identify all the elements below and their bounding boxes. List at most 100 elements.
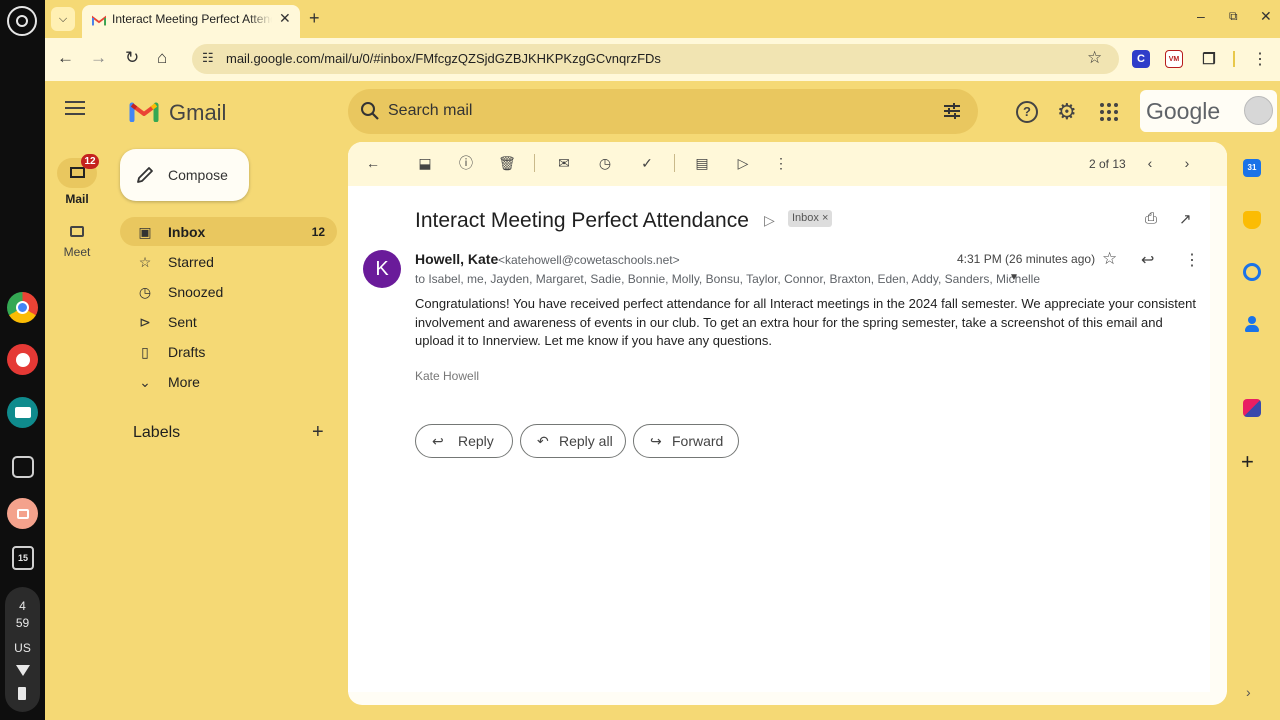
calendar-side-icon[interactable]: 31 xyxy=(1243,159,1261,177)
rail-mail[interactable]: 12 Mail xyxy=(57,154,99,206)
clock-icon: ◷ xyxy=(138,283,152,300)
reply-icon[interactable]: ↩ xyxy=(1141,250,1154,270)
add-label-icon[interactable]: + xyxy=(312,421,324,444)
nav-item-sent[interactable]: ⊳ Sent xyxy=(120,307,337,336)
nav-item-snoozed[interactable]: ◷ Snoozed xyxy=(120,277,337,306)
reply-all-button[interactable]: ↶ Reply all xyxy=(520,424,626,458)
remove-label-icon[interactable]: × xyxy=(822,212,828,224)
addon-side-icon[interactable] xyxy=(1243,399,1261,417)
search-icon[interactable] xyxy=(360,101,380,121)
label-chip-inbox[interactable]: Inbox × xyxy=(788,210,833,227)
back-to-inbox-icon[interactable]: ← xyxy=(364,154,382,172)
message-signature: Kate Howell xyxy=(415,369,480,383)
clock-hour: 4 xyxy=(19,599,26,613)
status-tray[interactable]: 4 59 US xyxy=(5,587,40,712)
chrome-app-icon[interactable] xyxy=(7,292,38,323)
launcher-icon xyxy=(16,15,28,27)
browser-toolbar: ← → ↻ ⌂ ☷ mail.google.com/mail/u/0/#inbo… xyxy=(45,38,1280,81)
bookmark-star-icon[interactable]: ☆ xyxy=(1087,48,1102,68)
sender-avatar[interactable]: K xyxy=(363,250,401,288)
back-arrow-icon[interactable]: ← xyxy=(57,48,74,68)
nav-item-drafts[interactable]: ▯ Drafts xyxy=(120,337,337,366)
message-subject: Interact Meeting Perfect Attendance xyxy=(415,209,749,232)
star-icon[interactable]: ☆ xyxy=(1102,249,1117,269)
nav-item-starred[interactable]: ☆ Starred xyxy=(120,247,337,276)
show-details-icon[interactable]: ▼ xyxy=(1009,272,1019,283)
google-logo-text: Google xyxy=(1146,98,1221,124)
reload-icon[interactable]: ↻ xyxy=(125,48,139,68)
add-task-icon[interactable]: ✓ xyxy=(638,154,656,172)
keep-side-icon[interactable] xyxy=(1243,211,1261,229)
reply-button[interactable]: ↩ Reply xyxy=(415,424,513,458)
window-restore-icon[interactable]: ⧉ xyxy=(1229,9,1238,24)
main-menu-icon[interactable] xyxy=(65,101,85,115)
window-close-icon[interactable]: ✕ xyxy=(1260,8,1272,25)
label-icon[interactable]: ▷ xyxy=(734,154,752,172)
rail-mail-label: Mail xyxy=(65,192,89,206)
chrome-menu-icon[interactable]: ⋮ xyxy=(1252,49,1268,69)
extensions-puzzle-icon[interactable]: ❒ xyxy=(1200,50,1218,68)
rail-meet[interactable]: Meet xyxy=(57,226,97,259)
nav-item-inbox[interactable]: ▣ Inbox 12 xyxy=(120,217,337,246)
sender-name[interactable]: Howell, Kate xyxy=(415,251,498,267)
expand-side-panel-icon[interactable]: › xyxy=(1246,684,1251,700)
archive-icon[interactable]: ⬓ xyxy=(416,154,434,172)
message-view: Interact Meeting Perfect Attendance ▷ In… xyxy=(348,186,1210,692)
message-panel: ← ⬓ ⓘ 🗑 ✉ ◷ ✓ ▤ ▷ ⋮ 2 of 13 ‹ › Interact… xyxy=(348,142,1227,705)
contacts-side-icon[interactable] xyxy=(1243,315,1261,333)
site-info-icon[interactable]: ☷ xyxy=(202,50,214,66)
snooze-icon[interactable]: ◷ xyxy=(596,154,614,172)
tab-close-icon[interactable]: ✕ xyxy=(279,10,291,27)
new-tab-button[interactable]: + xyxy=(309,8,320,29)
files-app-icon[interactable] xyxy=(12,456,34,478)
paint-app-icon[interactable] xyxy=(7,344,38,375)
move-to-icon[interactable]: ▤ xyxy=(693,154,711,172)
message-more-icon[interactable]: ⋮ xyxy=(1184,250,1200,270)
tasks-side-icon[interactable] xyxy=(1243,263,1261,281)
extension-vm-icon[interactable]: VM xyxy=(1165,50,1183,68)
forward-arrow-icon[interactable]: → xyxy=(90,48,107,68)
search-options-icon[interactable] xyxy=(942,101,962,121)
avatar[interactable] xyxy=(1244,96,1273,125)
pencil-icon xyxy=(137,167,153,183)
compose-button[interactable]: Compose xyxy=(120,149,249,201)
delete-icon[interactable]: 🗑 xyxy=(498,154,516,172)
more-options-icon[interactable]: ⋮ xyxy=(772,154,790,172)
mark-unread-icon[interactable]: ✉ xyxy=(555,154,573,172)
browser-tab-active[interactable]: Interact Meeting Perfect Attendance ✕ xyxy=(82,5,300,38)
forward-icon: ↪ xyxy=(650,433,662,449)
search-bar[interactable] xyxy=(348,89,978,134)
calendar-app-icon[interactable]: 15 xyxy=(12,546,34,570)
newer-chevron-left-icon[interactable]: ‹ xyxy=(1141,154,1159,172)
older-chevron-right-icon[interactable]: › xyxy=(1178,154,1196,172)
open-new-window-icon[interactable]: ↗ xyxy=(1179,210,1192,228)
launcher-button[interactable] xyxy=(7,6,37,36)
screencast-app-icon[interactable] xyxy=(7,498,38,529)
extension-c-icon[interactable]: C xyxy=(1132,50,1150,68)
address-bar[interactable]: ☷ mail.google.com/mail/u/0/#inbox/FMfcgz… xyxy=(192,44,1119,74)
labels-heading: Labels xyxy=(133,424,181,441)
gmail-favicon-icon xyxy=(92,15,106,26)
slides-app-icon[interactable] xyxy=(7,397,38,428)
search-input[interactable] xyxy=(388,99,908,123)
scrollbar[interactable] xyxy=(1210,186,1227,692)
message-toolbar: ← ⬓ ⓘ 🗑 ✉ ◷ ✓ ▤ ▷ ⋮ 2 of 13 ‹ › xyxy=(348,142,1227,186)
reply-icon: ↩ xyxy=(432,433,444,449)
get-addons-icon[interactable]: + xyxy=(1241,449,1254,475)
print-icon[interactable]: ⎙ xyxy=(1145,210,1157,227)
home-icon[interactable]: ⌂ xyxy=(157,48,167,68)
forward-button[interactable]: ↪ Forward xyxy=(633,424,739,458)
google-apps-icon[interactable] xyxy=(1100,103,1118,121)
report-spam-icon[interactable]: ⓘ xyxy=(457,154,475,172)
url-text[interactable]: mail.google.com/mail/u/0/#inbox/FMfcgzQZ… xyxy=(226,51,661,66)
importance-marker-icon[interactable]: ▷ xyxy=(764,212,775,229)
tab-search-button[interactable]: ⌵ xyxy=(51,7,75,31)
window-minimize-icon[interactable]: – xyxy=(1197,8,1205,24)
gear-icon[interactable]: ⚙ xyxy=(1057,99,1077,125)
unread-badge: 12 xyxy=(81,154,99,169)
account-switcher[interactable]: Google xyxy=(1140,90,1277,132)
help-icon[interactable]: ? xyxy=(1016,101,1038,123)
draft-icon: ▯ xyxy=(141,343,149,360)
wifi-icon xyxy=(16,665,30,676)
nav-item-more[interactable]: ⌄ More xyxy=(120,367,337,396)
